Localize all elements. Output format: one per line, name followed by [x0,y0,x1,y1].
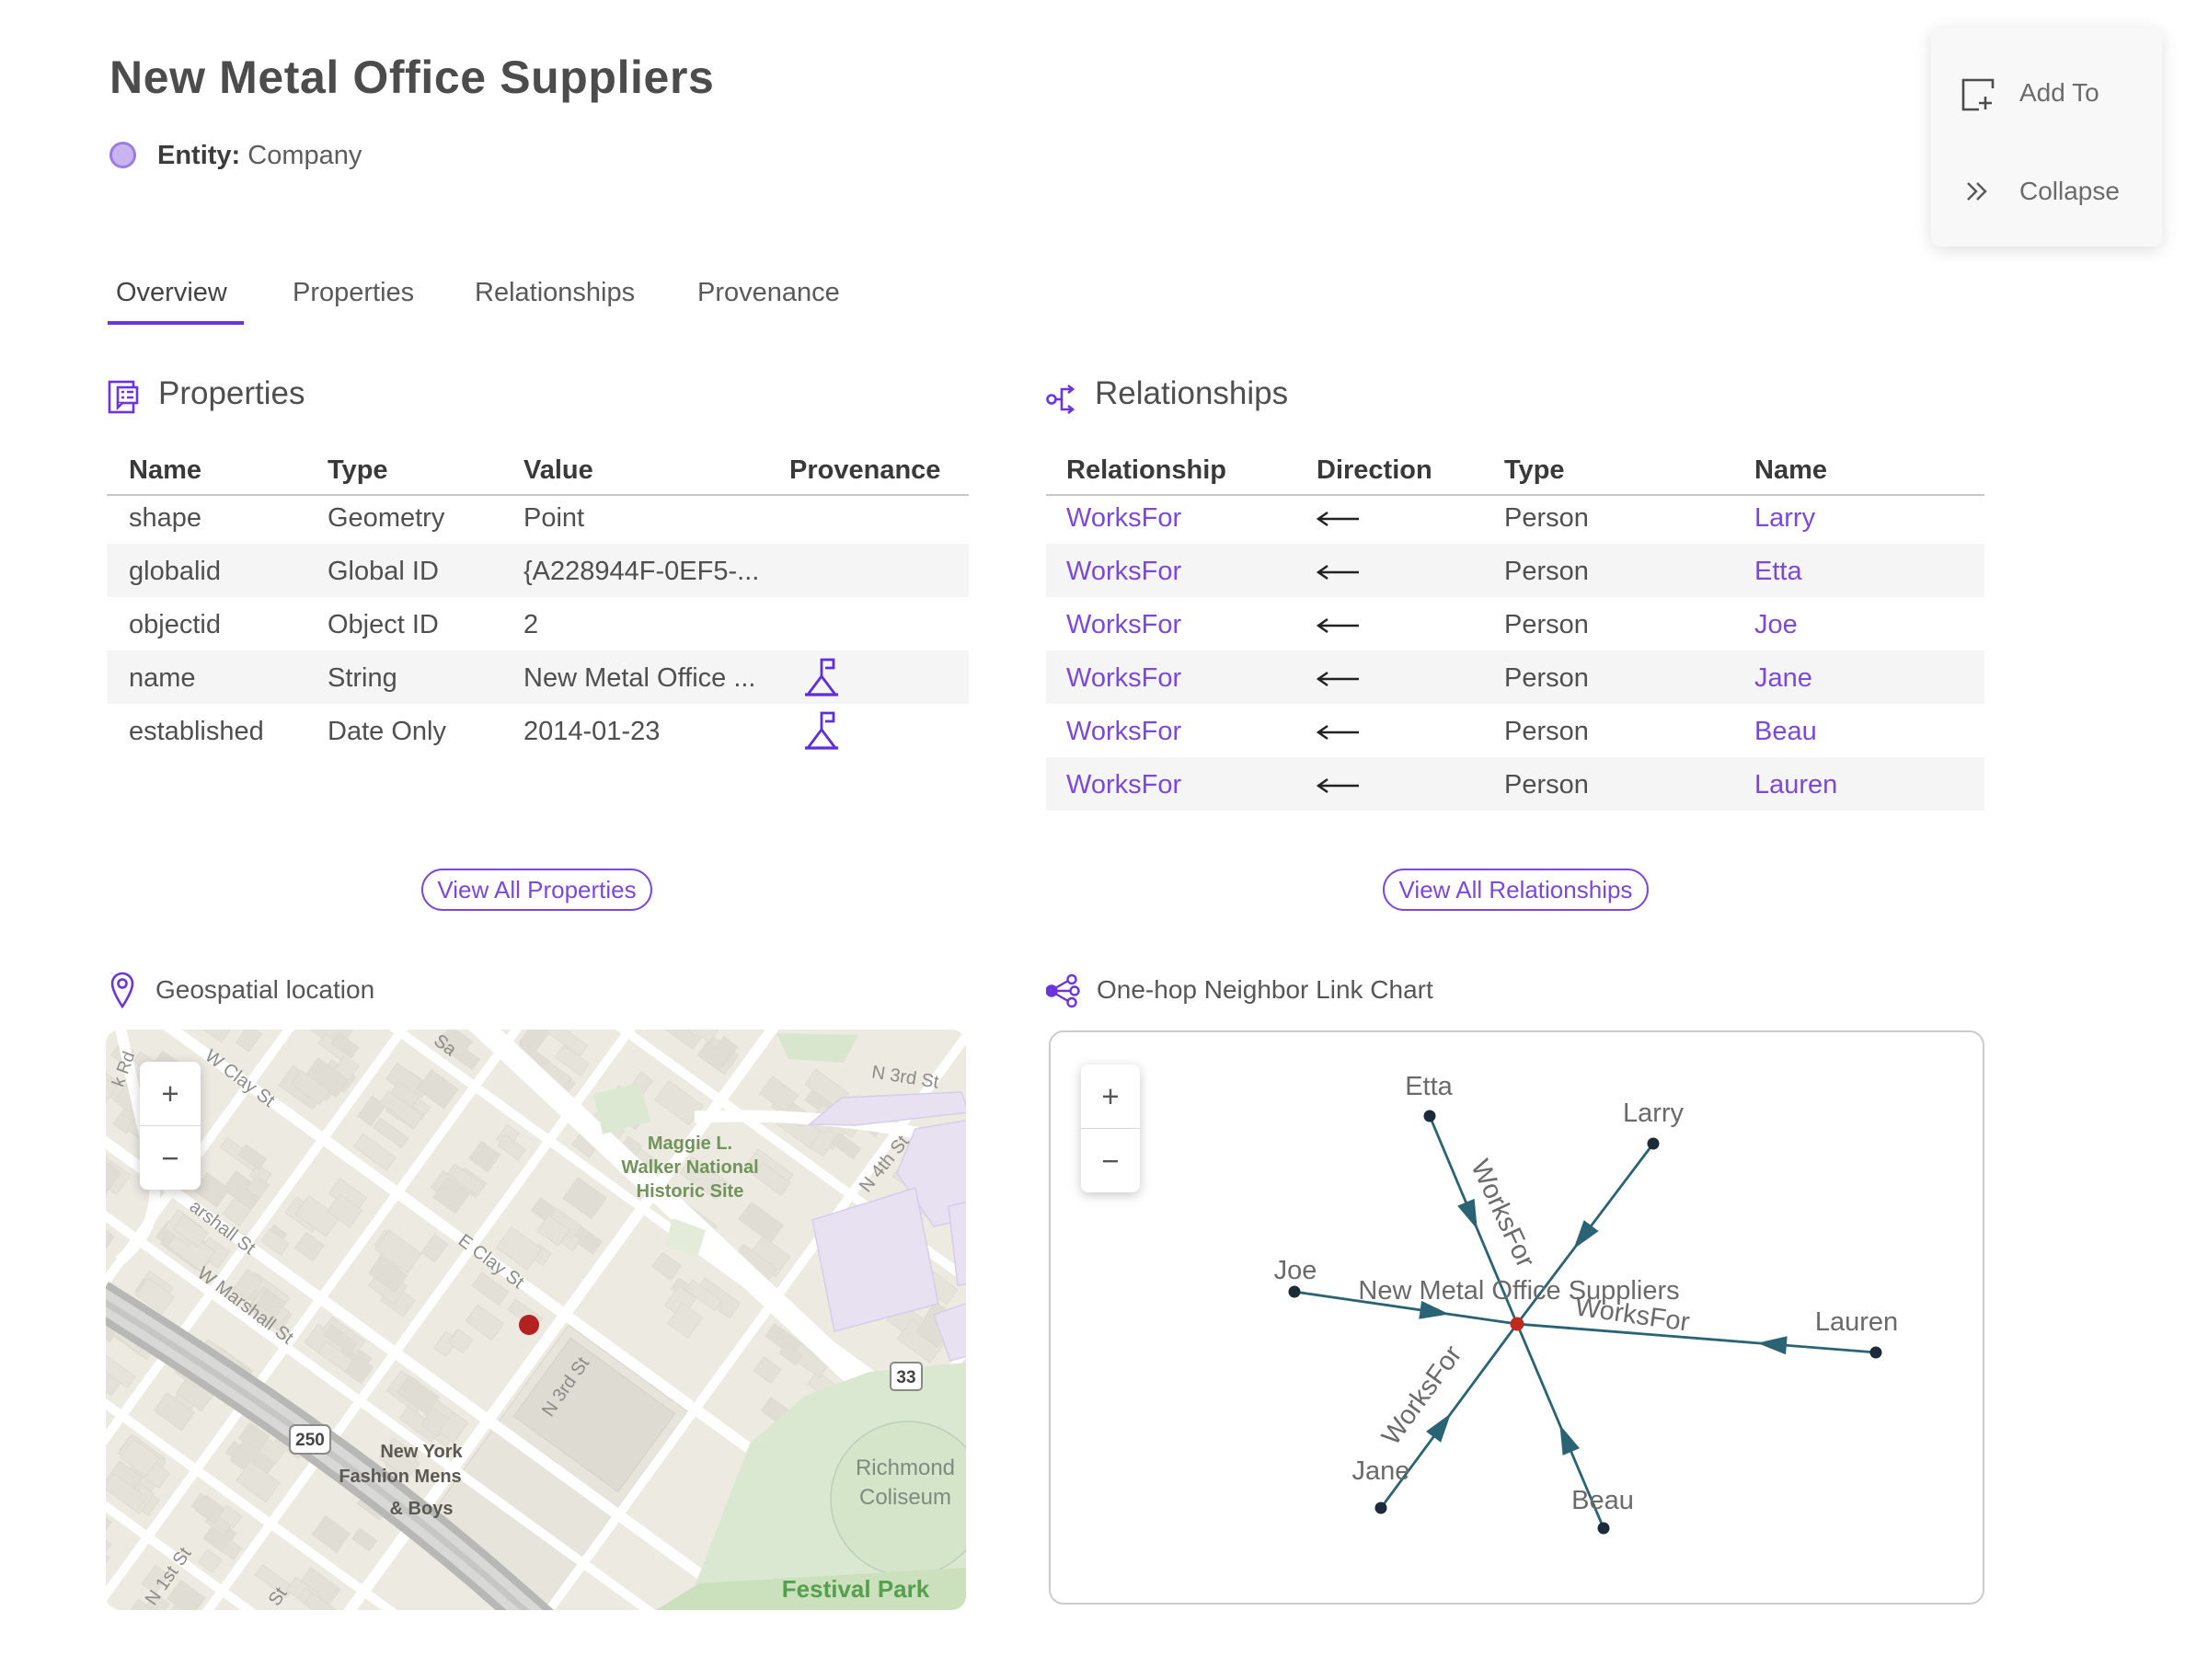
svg-text:& Boys: & Boys [390,1499,454,1519]
svg-text:Richmond: Richmond [856,1456,955,1480]
svg-text:Beau: Beau [1571,1486,1634,1515]
svg-text:Maggie L.: Maggie L. [648,1133,732,1154]
svg-text:Walker National: Walker National [621,1157,758,1178]
svg-text:33: 33 [896,1368,915,1387]
svg-text:250: 250 [295,1431,325,1450]
svg-text:Larry: Larry [1623,1099,1685,1128]
svg-text:Lauren: Lauren [1815,1307,1898,1337]
svg-text:Jane: Jane [1352,1456,1410,1486]
svg-text:Historic Site: Historic Site [637,1181,744,1202]
svg-text:Coliseum: Coliseum [859,1485,951,1510]
svg-text:WorksFor: WorksFor [1465,1156,1540,1272]
svg-text:New York: New York [380,1442,463,1462]
svg-text:Festival Park: Festival Park [782,1575,930,1603]
svg-text:WorksFor: WorksFor [1376,1340,1468,1450]
svg-text:Joe: Joe [1274,1256,1317,1285]
svg-text:Etta: Etta [1405,1072,1453,1101]
svg-text:Fashion Mens: Fashion Mens [339,1467,461,1487]
